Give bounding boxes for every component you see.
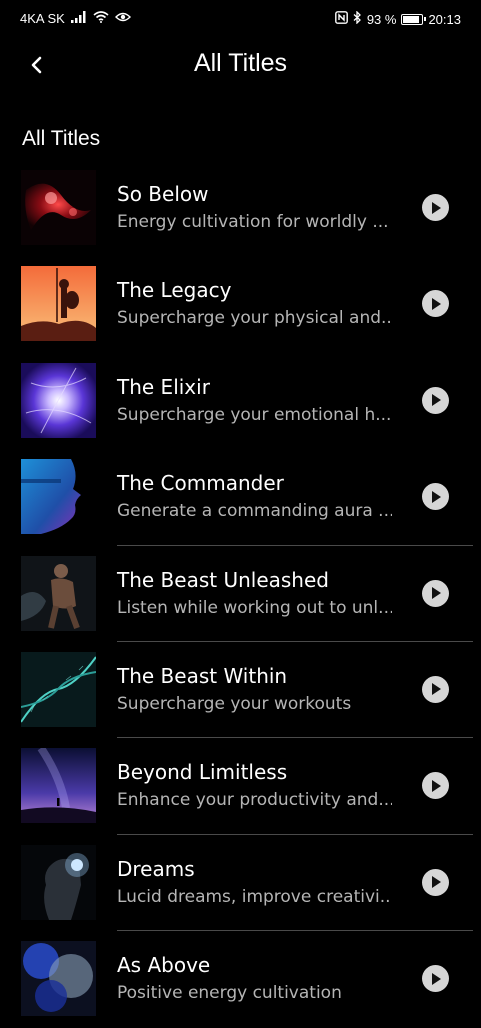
item-title: The Beast Within bbox=[117, 663, 288, 688]
item-title: The Elixir bbox=[117, 374, 210, 399]
item-title: Beyond Limitless bbox=[117, 760, 288, 785]
play-button[interactable] bbox=[422, 772, 449, 800]
app-header: All Titles bbox=[0, 40, 481, 90]
status-bar: 4KA SK 93 % 20:13 bbox=[0, 0, 481, 36]
clock: 20:13 bbox=[428, 11, 461, 27]
signal-icon bbox=[70, 11, 87, 26]
eye-icon bbox=[114, 11, 131, 26]
nfc-icon bbox=[334, 11, 348, 27]
list-item[interactable]: The Commander Generate a commanding aura … bbox=[0, 449, 481, 546]
page-title: All Titles bbox=[193, 49, 288, 77]
title-thumbnail bbox=[21, 651, 96, 727]
item-subtitle: Positive energy cultivation bbox=[117, 983, 342, 1004]
title-thumbnail bbox=[21, 459, 96, 535]
item-title: Dreams bbox=[117, 856, 195, 881]
list-item[interactable]: Dreams Lucid dreams, improve creativi... bbox=[0, 835, 481, 932]
title-thumbnail bbox=[21, 362, 96, 438]
item-subtitle: Energy cultivation for worldly ... bbox=[117, 212, 389, 232]
title-thumbnail bbox=[21, 266, 96, 342]
play-button[interactable] bbox=[422, 290, 449, 318]
carrier-label: 4KA SK bbox=[20, 11, 65, 26]
section-title: All Titles bbox=[22, 127, 101, 150]
title-list: So Below Energy cultivation for worldly .… bbox=[0, 160, 481, 1028]
play-button[interactable] bbox=[422, 675, 449, 703]
status-right: 93 % 20:13 bbox=[334, 10, 461, 27]
item-subtitle: Listen while working out to unl... bbox=[117, 597, 392, 618]
list-item[interactable]: The Beast Unleashed Listen while working … bbox=[0, 546, 481, 642]
bluetooth-icon bbox=[353, 10, 362, 27]
item-subtitle: Supercharge your physical and... bbox=[117, 308, 392, 329]
status-left: 4KA SK bbox=[20, 11, 131, 26]
item-subtitle: Lucid dreams, improve creativi... bbox=[117, 886, 392, 907]
item-subtitle: Supercharge your workouts bbox=[117, 693, 352, 714]
list-item[interactable]: As Above Positive energy cultivation bbox=[0, 931, 481, 1027]
battery-percent: 93 % bbox=[366, 11, 397, 27]
item-title: So Below bbox=[117, 182, 209, 206]
item-title: The Beast Unleashed bbox=[117, 567, 329, 592]
list-item[interactable]: The Beast Within Supercharge your workout… bbox=[0, 642, 481, 739]
item-subtitle: Generate a commanding aura ... bbox=[117, 501, 392, 522]
play-button[interactable] bbox=[422, 868, 449, 896]
list-item[interactable]: The Legacy Supercharge your physical and.… bbox=[0, 256, 481, 352]
play-button[interactable] bbox=[422, 483, 449, 511]
list-item[interactable]: Beyond Limitless Enhance your productivit… bbox=[0, 738, 481, 835]
battery-fill bbox=[403, 15, 420, 23]
wifi-icon bbox=[93, 11, 109, 26]
play-button[interactable] bbox=[422, 965, 449, 993]
title-thumbnail bbox=[21, 170, 96, 245]
title-thumbnail bbox=[21, 748, 96, 824]
item-title: The Commander bbox=[117, 471, 284, 496]
title-thumbnail bbox=[21, 555, 96, 631]
item-title: As Above bbox=[117, 953, 211, 978]
item-subtitle: Enhance your productivity and... bbox=[117, 790, 392, 811]
item-subtitle: Supercharge your emotional h... bbox=[117, 404, 392, 425]
title-thumbnail bbox=[21, 941, 96, 1017]
item-title: The Legacy bbox=[117, 278, 232, 303]
play-button[interactable] bbox=[422, 386, 449, 414]
play-button[interactable] bbox=[422, 579, 449, 607]
list-item[interactable]: So Below Energy cultivation for worldly .… bbox=[0, 160, 481, 256]
list-item[interactable]: The Elixir Supercharge your emotional h..… bbox=[0, 353, 481, 449]
battery-icon bbox=[401, 13, 427, 25]
play-button[interactable] bbox=[422, 194, 449, 221]
title-thumbnail bbox=[21, 844, 96, 920]
